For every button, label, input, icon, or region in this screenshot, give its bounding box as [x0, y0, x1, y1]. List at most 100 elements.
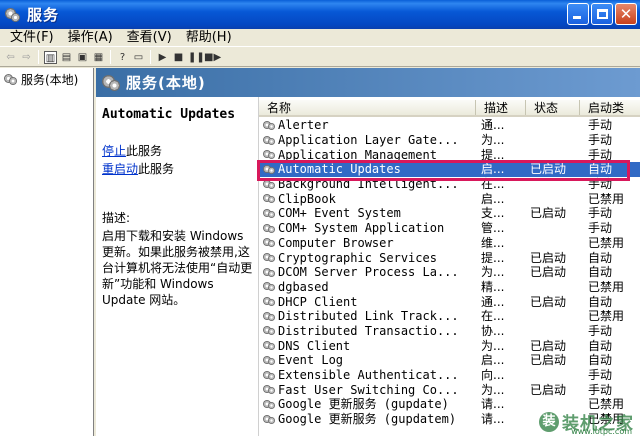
- tree-item-services-local[interactable]: 服务(本地): [0, 68, 93, 88]
- table-row[interactable]: dgbased 精... 已禁用: [259, 280, 640, 295]
- table-row[interactable]: Background Intelligent... 在... 手动: [259, 177, 640, 192]
- service-name: Distributed Link Track...: [278, 309, 459, 324]
- column-header-status[interactable]: 状态: [526, 100, 580, 115]
- stop-service-icon[interactable]: ■: [172, 51, 185, 64]
- window-title: 服务: [27, 6, 60, 24]
- service-startup-cell: 手动: [588, 177, 613, 192]
- minimize-button[interactable]: [567, 3, 589, 25]
- service-name-cell: Alerter: [259, 118, 476, 132]
- service-description: 启用下载和安装 Windows 更新。如果此服务被禁用,这台计算机将无法使用“自…: [102, 229, 253, 307]
- service-startup-cell: 手动: [588, 206, 613, 221]
- table-row[interactable]: Distributed Link Track... 在... 已禁用: [259, 309, 640, 324]
- table-row[interactable]: Extensible Authenticat... 向... 手动: [259, 368, 640, 383]
- service-gear-icon: [263, 296, 277, 307]
- table-row[interactable]: Application Layer Gate... 为... 手动: [259, 133, 640, 148]
- service-description-cell: 通...: [481, 118, 505, 133]
- column-header-name[interactable]: 名称: [259, 100, 476, 115]
- service-description-cell: 为...: [481, 133, 505, 148]
- table-row[interactable]: DCOM Server Process La... 为... 已启动 自动: [259, 265, 640, 280]
- toolbar-divider: [110, 50, 111, 64]
- service-startup-cell: 已禁用: [588, 279, 625, 294]
- service-startup-cell: 自动: [588, 250, 613, 265]
- table-row[interactable]: Cryptographic Services 提... 已启动 自动: [259, 250, 640, 265]
- table-row[interactable]: COM+ System Application 管... 手动: [259, 221, 640, 236]
- service-description-cell: 启...: [481, 353, 505, 368]
- tree-item-label: 服务(本地): [21, 73, 79, 87]
- service-gear-icon: [263, 164, 277, 175]
- service-status-cell: 已启动: [530, 353, 567, 368]
- service-name: Extensible Authenticat...: [278, 368, 459, 383]
- service-name-cell: Cryptographic Services: [259, 251, 476, 265]
- window-controls: ✕: [567, 3, 637, 25]
- maximize-icon: [597, 9, 608, 19]
- service-status-cell: 已启动: [530, 382, 567, 397]
- column-header-startup-type[interactable]: 启动类: [580, 100, 640, 115]
- service-description-cell: 请...: [481, 397, 505, 412]
- menu-help[interactable]: 帮助(H): [179, 29, 239, 46]
- service-name: Fast User Switching Co...: [278, 382, 459, 397]
- service-name: Automatic Updates: [278, 162, 401, 177]
- close-button[interactable]: ✕: [615, 3, 637, 25]
- services-gear-icon: [102, 74, 122, 92]
- service-status-cell: 已启动: [530, 265, 567, 280]
- start-service-icon[interactable]: ▶: [156, 51, 169, 64]
- menu-view[interactable]: 查看(V): [120, 29, 179, 46]
- service-name-cell: Application Layer Gate...: [259, 133, 476, 147]
- view-icon[interactable]: ▭: [132, 51, 145, 64]
- service-name-cell: Extensible Authenticat...: [259, 368, 476, 382]
- properties-icon[interactable]: ▤: [60, 51, 73, 64]
- service-startup-cell: 自动: [588, 294, 613, 309]
- table-row[interactable]: Distributed Transactio... 协... 手动: [259, 324, 640, 339]
- table-row[interactable]: Alerter 通... 手动: [259, 118, 640, 133]
- table-row[interactable]: Automatic Updates 启... 已启动 自动: [259, 162, 640, 177]
- service-startup-cell: 手动: [588, 323, 613, 338]
- service-name: ClipBook: [278, 191, 336, 206]
- list-header: 名称 描述 状态 启动类: [259, 100, 640, 117]
- table-row[interactable]: COM+ Event System 支... 已启动 手动: [259, 206, 640, 221]
- service-name: COM+ System Application: [278, 221, 445, 236]
- pause-service-icon[interactable]: ❚❚: [188, 51, 205, 64]
- table-row[interactable]: DHCP Client 通... 已启动 自动: [259, 294, 640, 309]
- forward-arrow-icon[interactable]: ⇨: [20, 51, 33, 64]
- refresh-icon[interactable]: ▣: [76, 51, 89, 64]
- restart-service-icon[interactable]: ■▶: [204, 51, 221, 64]
- table-row[interactable]: Application Management 提... 手动: [259, 147, 640, 162]
- service-name: Event Log: [278, 353, 344, 368]
- table-row[interactable]: Event Log 启... 已启动 自动: [259, 353, 640, 368]
- service-status-cell: 已启动: [530, 294, 567, 309]
- service-status-cell: 已启动: [530, 206, 567, 221]
- service-description-cell: 在...: [481, 309, 505, 324]
- stop-service-link[interactable]: 停止: [102, 144, 126, 158]
- table-row[interactable]: ClipBook 启... 已禁用: [259, 191, 640, 206]
- back-arrow-icon[interactable]: ⇦: [4, 51, 17, 64]
- table-row[interactable]: Computer Browser 维... 已禁用: [259, 236, 640, 251]
- show-hide-tree-icon[interactable]: ▥: [44, 50, 57, 64]
- menu-action[interactable]: 操作(A): [61, 29, 120, 46]
- service-startup-cell: 自动: [588, 162, 613, 177]
- service-gear-icon: [263, 223, 277, 234]
- restart-service-suffix: 此服务: [138, 162, 175, 176]
- service-startup-cell: 已禁用: [588, 191, 625, 206]
- service-description-cell: 协...: [481, 323, 505, 338]
- export-list-icon[interactable]: ▦: [92, 51, 105, 64]
- service-gear-icon: [263, 267, 277, 278]
- pane-header: 服务(本地): [96, 68, 640, 97]
- selected-service-name: Automatic Updates: [102, 107, 236, 122]
- service-name-cell: Distributed Transactio...: [259, 324, 476, 338]
- table-row[interactable]: DNS Client 为... 已启动 自动: [259, 338, 640, 353]
- service-startup-cell: 自动: [588, 353, 613, 368]
- service-gear-icon: [263, 370, 277, 381]
- maximize-button[interactable]: [591, 3, 613, 25]
- table-row[interactable]: Fast User Switching Co... 为... 已启动 手动: [259, 382, 640, 397]
- restart-service-link[interactable]: 重启动: [102, 162, 138, 176]
- help-icon[interactable]: ?: [116, 51, 129, 64]
- service-details-panel: Automatic Updates 停止此服务 重启动此服务 描述: 启用下载和…: [96, 97, 258, 436]
- service-gear-icon: [263, 399, 277, 410]
- column-header-description[interactable]: 描述: [476, 100, 526, 115]
- close-icon: ✕: [619, 5, 633, 23]
- menu-file[interactable]: 文件(F): [3, 29, 61, 46]
- service-gear-icon: [263, 325, 277, 336]
- service-name: COM+ Event System: [278, 206, 401, 221]
- restart-service-line: 重启动此服务: [102, 160, 258, 178]
- service-name: Alerter: [278, 118, 329, 133]
